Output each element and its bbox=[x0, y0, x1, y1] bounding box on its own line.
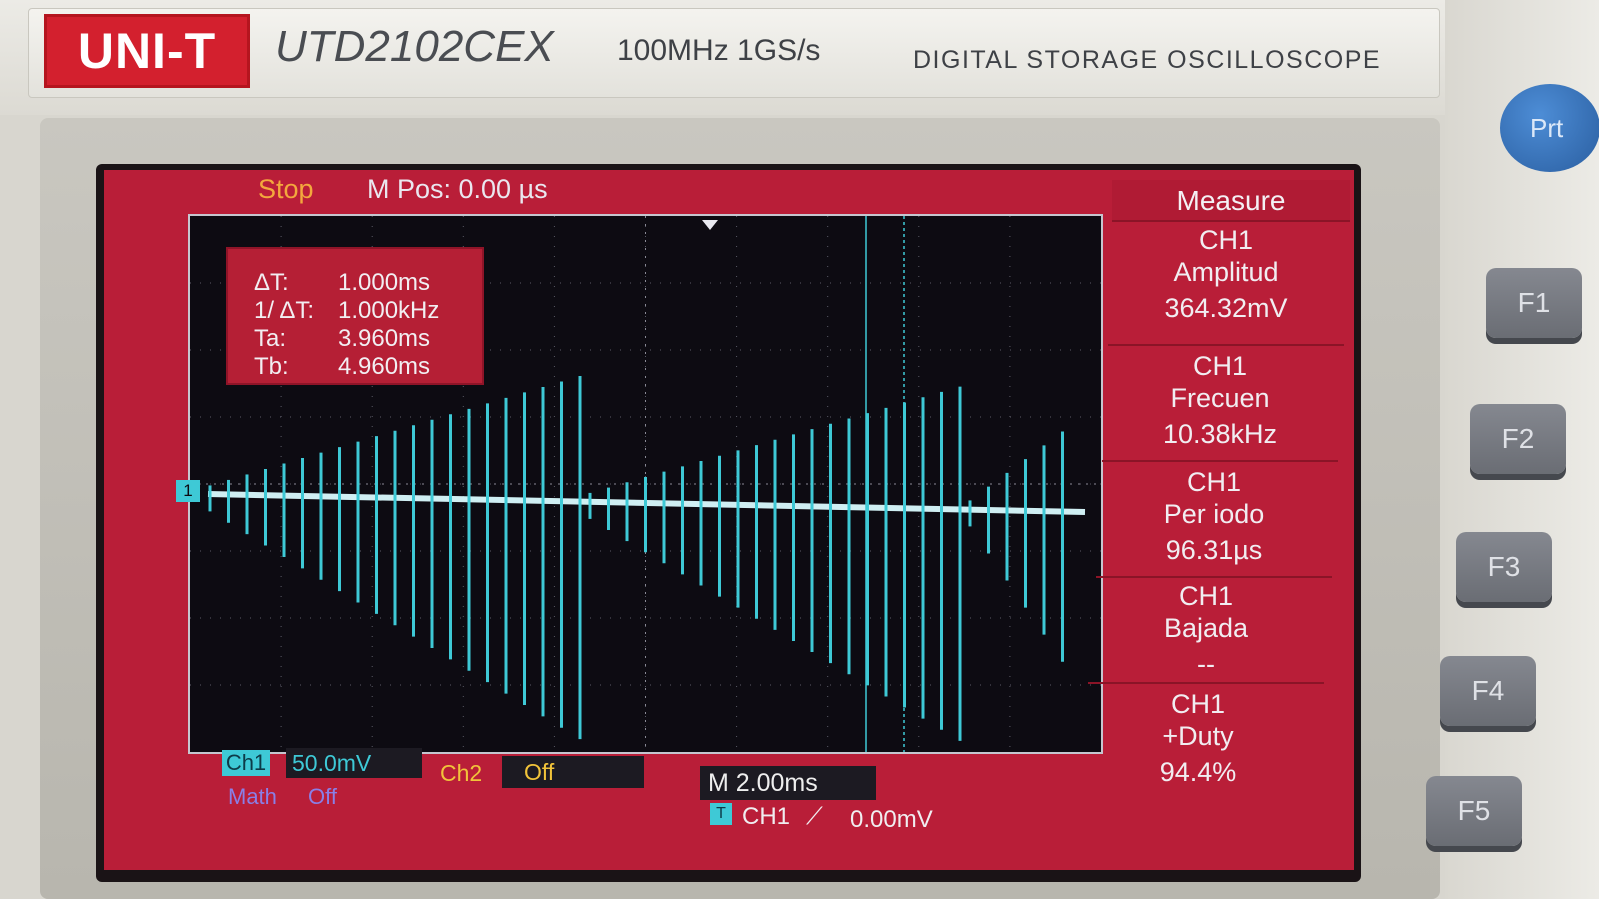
measure-name: Amplitud bbox=[1173, 257, 1279, 287]
cursor-value: 4.960ms bbox=[338, 353, 431, 380]
rising-edge-icon: ⟋ bbox=[806, 803, 823, 830]
ch2-value: Off bbox=[502, 756, 644, 788]
cursor-label: Tb: bbox=[254, 353, 289, 380]
ch1-label: Ch1 bbox=[222, 750, 270, 776]
f3-button[interactable]: F3 bbox=[1456, 532, 1552, 602]
timebase: M 2.00ms bbox=[700, 766, 876, 800]
run-state: Stop bbox=[258, 174, 314, 204]
print-button[interactable]: Prt bbox=[1500, 84, 1599, 172]
cursor-value: 1.000ms bbox=[338, 269, 431, 296]
measure-value: -- bbox=[1197, 649, 1215, 679]
measure-item-period[interactable]: CH1 Per iodo 96.31µs bbox=[1096, 466, 1332, 578]
model-name: UTD2102CEX bbox=[275, 22, 554, 71]
measure-item-frequency[interactable]: CH1 Frecuen 10.38kHz bbox=[1102, 350, 1338, 462]
math-value: Off bbox=[308, 784, 337, 809]
math-label: Math bbox=[228, 784, 277, 809]
measure-value: 96.31µs bbox=[1165, 535, 1263, 565]
trigger-source: CH1 bbox=[742, 803, 791, 830]
spec-label: 100MHz 1GS/s bbox=[617, 34, 821, 67]
measure-item-duty[interactable]: CH1 +Duty 94.4% bbox=[1080, 688, 1316, 788]
measure-title: Measure bbox=[1112, 180, 1350, 222]
brand-logo: UNI-T bbox=[44, 14, 250, 88]
measure-value: 94.4% bbox=[1159, 757, 1237, 787]
measure-value: 10.38kHz bbox=[1162, 419, 1278, 449]
measure-channel: CH1 bbox=[1178, 581, 1233, 611]
measure-channel: CH1 bbox=[1198, 225, 1253, 255]
ch1-level-marker: 1 bbox=[176, 480, 200, 502]
ch1-scale: 50.0mV bbox=[286, 748, 422, 778]
cursor-value: 3.960ms bbox=[338, 325, 431, 352]
trigger-icon: T bbox=[710, 803, 732, 825]
cursor-label: Ta: bbox=[254, 325, 287, 352]
measure-channel: CH1 bbox=[1170, 689, 1225, 719]
measure-channel: CH1 bbox=[1186, 467, 1241, 497]
product-label: DIGITAL STORAGE OSCILLOSCOPE bbox=[913, 46, 1382, 74]
cursor-label: ΔT: bbox=[254, 269, 289, 296]
measure-name: Per iodo bbox=[1163, 499, 1265, 529]
f5-button[interactable]: F5 bbox=[1426, 776, 1522, 846]
measure-value: 364.32mV bbox=[1164, 293, 1288, 323]
measure-name: Bajada bbox=[1163, 613, 1249, 643]
measure-name: Frecuen bbox=[1170, 383, 1270, 413]
trigger-position-marker bbox=[702, 220, 718, 230]
cursor-readout: ΔT: 1.000ms 1/ ΔT: 1.000kHz Ta: 3.960ms … bbox=[226, 247, 484, 385]
ch2-label: Ch2 bbox=[440, 760, 483, 786]
main-position: M Pos: 0.00 µs bbox=[367, 174, 548, 204]
measure-item-fall[interactable]: CH1 Bajada -- bbox=[1088, 580, 1324, 684]
measure-channel: CH1 bbox=[1192, 351, 1247, 381]
f4-button[interactable]: F4 bbox=[1440, 656, 1536, 726]
trigger-level: 0.00mV bbox=[850, 806, 933, 833]
f1-button[interactable]: F1 bbox=[1486, 268, 1582, 338]
cursor-value: 1.000kHz bbox=[338, 297, 440, 324]
f2-button[interactable]: F2 bbox=[1470, 404, 1566, 474]
measure-item-amplitude[interactable]: CH1 Amplitud 364.32mV bbox=[1108, 224, 1344, 346]
cursor-label: 1/ ΔT: bbox=[254, 297, 315, 324]
measure-name: +Duty bbox=[1162, 721, 1234, 751]
